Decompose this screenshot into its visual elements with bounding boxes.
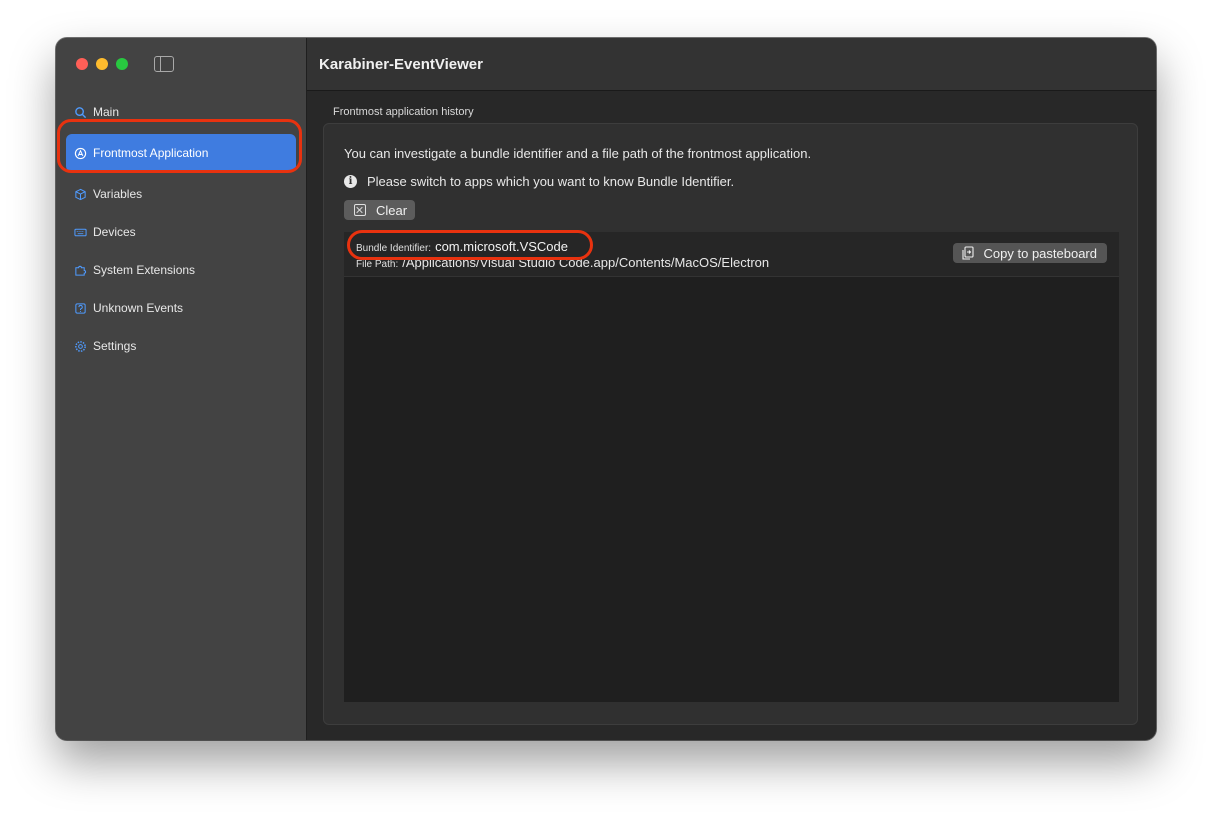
keyboard-icon xyxy=(74,226,87,239)
sidebar-item-label: System Extensions xyxy=(93,263,196,277)
history-group: You can investigate a bundle identifier … xyxy=(323,123,1138,725)
file-path-label: File Path: xyxy=(356,259,399,270)
sidebar-item-label: Frontmost Application xyxy=(93,146,209,160)
minimize-window-button[interactable] xyxy=(96,58,108,70)
app-icon xyxy=(74,147,87,160)
close-window-button[interactable] xyxy=(76,58,88,70)
group-label: Frontmost application history xyxy=(333,106,474,118)
search-icon xyxy=(74,106,87,119)
bundle-identifier: Bundle Identifier: com.microsoft.VSCode xyxy=(356,239,568,254)
copy-to-pasteboard-button[interactable]: Copy to pasteboard xyxy=(952,243,1107,263)
sidebar-item-label: Main xyxy=(93,105,120,119)
sidebar-item-settings[interactable]: Settings xyxy=(66,330,296,362)
sidebar-item-label: Settings xyxy=(93,339,137,353)
bundle-identifier-label: Bundle Identifier: xyxy=(356,243,432,254)
sidebar-item-system-extensions[interactable]: System Extensions xyxy=(66,254,296,286)
clear-button[interactable]: Clear xyxy=(344,200,416,220)
question-icon xyxy=(74,302,87,315)
description-text: You can investigate a bundle identifier … xyxy=(344,146,812,161)
main-content: Karabiner-EventViewer Frontmost applicat… xyxy=(307,38,1156,740)
sidebar-item-variables[interactable]: Variables xyxy=(66,178,296,210)
sidebar-item-label: Devices xyxy=(93,225,136,239)
sidebar-toggle-icon[interactable] xyxy=(154,56,174,72)
file-path-value: /Applications/Visual Studio Code.app/Con… xyxy=(402,255,770,270)
info-text: Please switch to apps which you want to … xyxy=(367,174,735,189)
clear-button-label: Clear xyxy=(376,202,408,218)
zoom-window-button[interactable] xyxy=(116,58,128,70)
info-message: i Please switch to apps which you want t… xyxy=(344,174,734,189)
list-item[interactable]: Bundle Identifier: com.microsoft.VSCode … xyxy=(344,230,1119,277)
bundle-identifier-value: com.microsoft.VSCode xyxy=(435,239,568,254)
window-controls xyxy=(76,58,128,70)
copy-icon xyxy=(961,246,975,260)
history-list[interactable]: Bundle Identifier: com.microsoft.VSCode … xyxy=(344,230,1119,702)
info-icon: i xyxy=(344,175,357,188)
window-title: Karabiner-EventViewer xyxy=(319,55,483,73)
sidebar-item-unknown-events[interactable]: Unknown Events xyxy=(66,292,296,324)
sidebar-item-label: Variables xyxy=(93,187,143,201)
puzzle-icon xyxy=(74,264,87,277)
sidebar-item-devices[interactable]: Devices xyxy=(66,216,296,248)
app-window: Main Frontmost Application Variables Dev… xyxy=(56,38,1156,740)
file-path: File Path: /Applications/Visual Studio C… xyxy=(356,255,769,270)
sidebar-nav: Main Frontmost Application Variables Dev… xyxy=(66,96,296,368)
clear-icon xyxy=(354,204,366,216)
title-bar: Karabiner-EventViewer xyxy=(307,38,1156,91)
cube-icon xyxy=(74,188,87,201)
sidebar-item-frontmost-application[interactable]: Frontmost Application xyxy=(66,134,296,172)
sidebar-item-main[interactable]: Main xyxy=(66,96,296,128)
sidebar-item-label: Unknown Events xyxy=(93,301,184,315)
copy-button-label: Copy to pasteboard xyxy=(983,245,1097,261)
sidebar: Main Frontmost Application Variables Dev… xyxy=(56,38,307,740)
gear-icon xyxy=(74,340,87,353)
